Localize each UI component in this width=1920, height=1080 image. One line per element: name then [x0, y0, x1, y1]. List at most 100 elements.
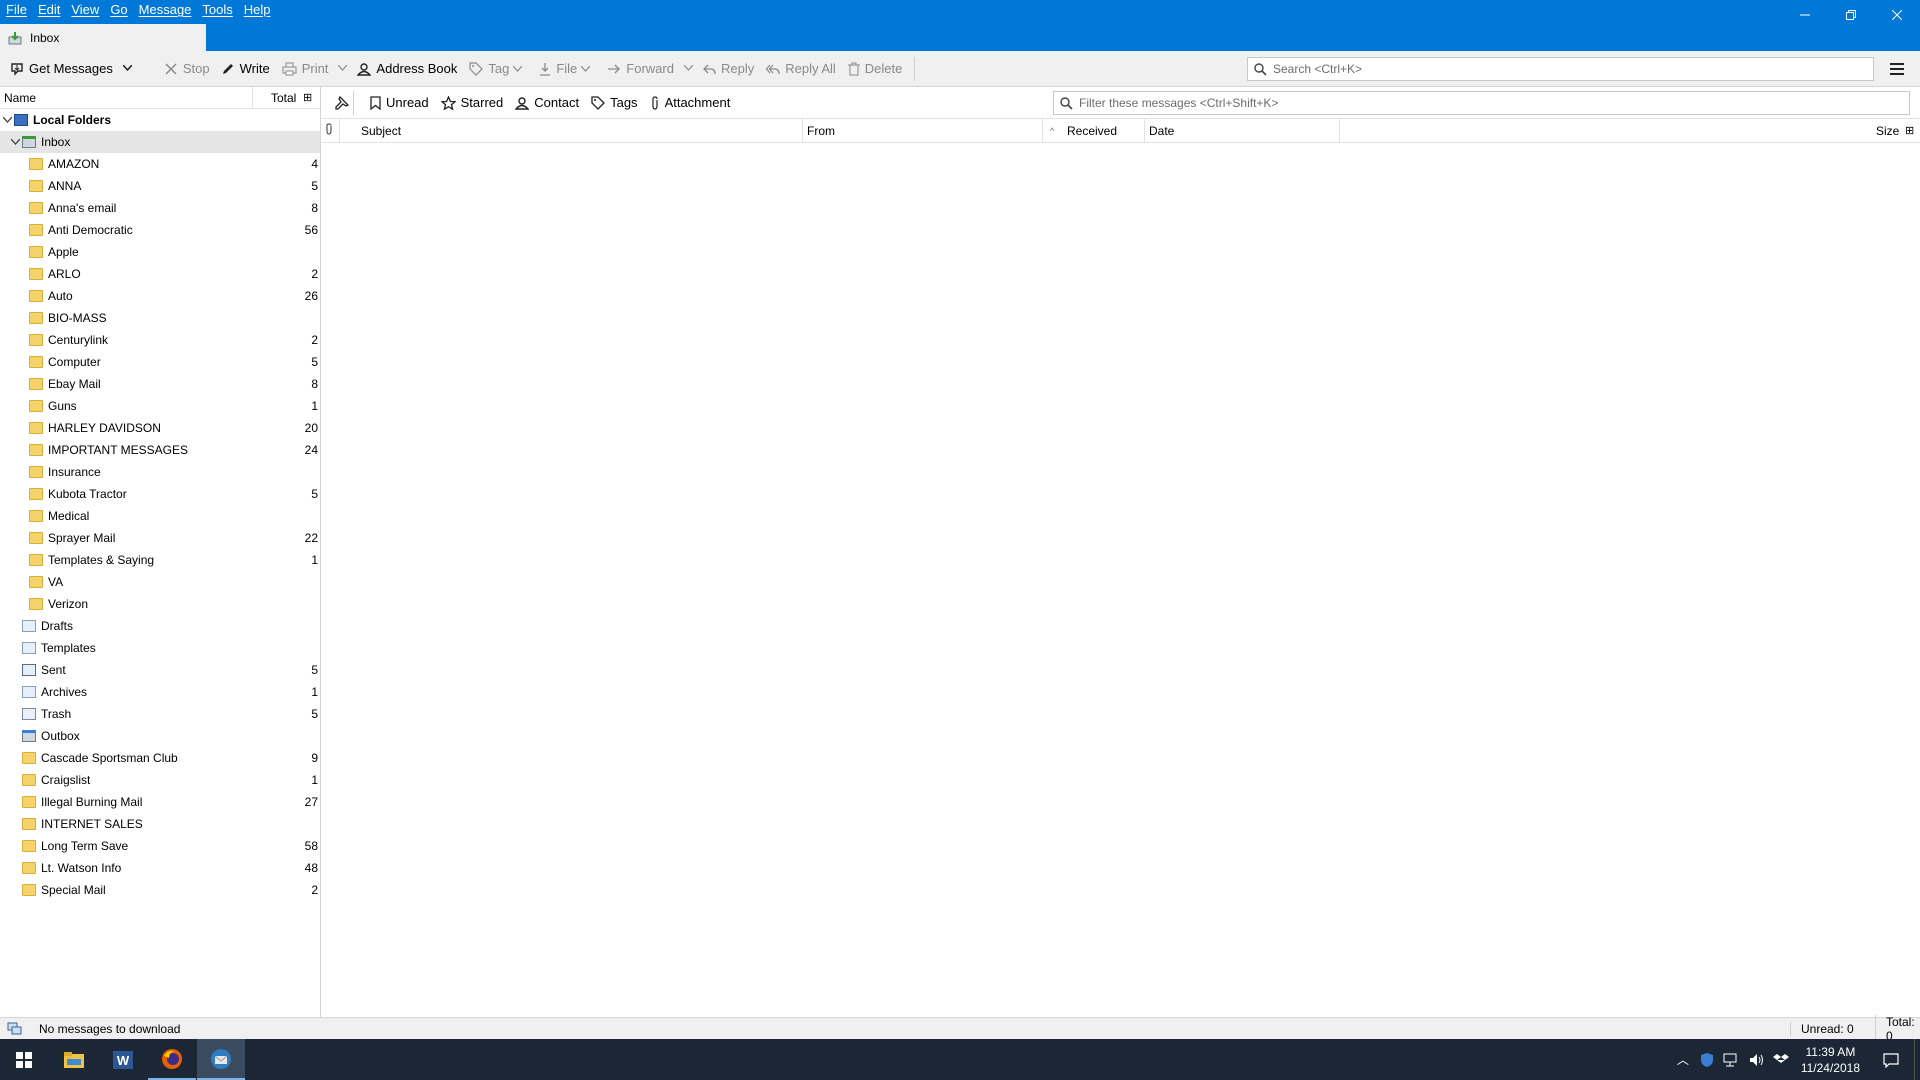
get-messages-button[interactable]: Get Messages: [4, 56, 119, 82]
folder-row[interactable]: Illegal Burning Mail 27: [0, 791, 320, 813]
forward-button[interactable]: Forward: [601, 56, 680, 82]
write-button[interactable]: Write: [216, 56, 276, 82]
folder-row[interactable]: Long Term Save 58: [0, 835, 320, 857]
folder-row[interactable]: Medical: [0, 505, 320, 527]
show-desktop-button[interactable]: [1914, 1039, 1920, 1080]
folder-row[interactable]: Inbox: [0, 131, 320, 153]
folder-row[interactable]: Verizon: [0, 593, 320, 615]
folder-row[interactable]: Anna's email 8: [0, 197, 320, 219]
folder-row[interactable]: Computer 5: [0, 351, 320, 373]
folder-row[interactable]: Outbox: [0, 725, 320, 747]
shield-icon[interactable]: [1699, 1052, 1715, 1068]
online-status-icon[interactable]: [7, 1022, 22, 1035]
menu-go[interactable]: Go: [110, 0, 127, 20]
folder-total-count: 5: [311, 487, 318, 501]
menu-help[interactable]: Help: [244, 0, 271, 20]
folder-row[interactable]: Sprayer Mail 22: [0, 527, 320, 549]
print-button[interactable]: Print: [276, 56, 335, 82]
folder-row[interactable]: Anti Democratic 56: [0, 219, 320, 241]
folder-row[interactable]: Local Folders: [0, 109, 320, 131]
action-center-button[interactable]: [1868, 1039, 1914, 1080]
filter-unread-button[interactable]: Unread: [364, 91, 435, 115]
print-dropdown[interactable]: [334, 63, 351, 74]
folder-row[interactable]: Auto 26: [0, 285, 320, 307]
column-subject[interactable]: Subject: [357, 119, 803, 143]
sticky-filter-button[interactable]: [330, 90, 354, 115]
menu-view[interactable]: View: [71, 0, 99, 20]
folder-row[interactable]: Kubota Tractor 5: [0, 483, 320, 505]
tag-button[interactable]: Tag: [463, 56, 533, 82]
tab-inbox[interactable]: Inbox: [0, 24, 206, 51]
clock[interactable]: 11:39 AM 11/24/2018: [1801, 1044, 1860, 1076]
volume-icon[interactable]: [1749, 1053, 1765, 1067]
folder-row[interactable]: Special Mail 2: [0, 879, 320, 901]
folder-row[interactable]: ARLO 2: [0, 263, 320, 285]
chevron-up-icon[interactable]: ︿: [1677, 1051, 1689, 1068]
taskbar-word[interactable]: W: [99, 1039, 147, 1080]
column-total[interactable]: Total: [253, 87, 303, 109]
column-name[interactable]: Name: [0, 86, 253, 109]
column-from[interactable]: From: [803, 119, 1043, 143]
column-size[interactable]: Size: [1872, 119, 1902, 143]
expand-twisty-icon[interactable]: [8, 137, 22, 147]
taskbar-firefox[interactable]: [148, 1039, 196, 1080]
folder-row[interactable]: ANNA 5: [0, 175, 320, 197]
folder-row[interactable]: Archives 1: [0, 681, 320, 703]
minimize-button[interactable]: [1782, 0, 1828, 30]
restore-button[interactable]: [1828, 0, 1874, 30]
menu-file[interactable]: File: [6, 0, 27, 20]
folder-row[interactable]: Apple: [0, 241, 320, 263]
delete-button[interactable]: Delete: [842, 56, 909, 82]
folder-row[interactable]: IMPORTANT MESSAGES 24: [0, 439, 320, 461]
folder-row[interactable]: Guns 1: [0, 395, 320, 417]
folder-row[interactable]: Ebay Mail 8: [0, 373, 320, 395]
address-book-button[interactable]: Address Book: [351, 56, 463, 82]
folder-row[interactable]: Cascade Sportsman Club 9: [0, 747, 320, 769]
app-menu-button[interactable]: [1888, 60, 1906, 78]
folder-row[interactable]: Centurylink 2: [0, 329, 320, 351]
menu-message[interactable]: Message: [139, 0, 192, 20]
computer-icon: [14, 114, 28, 126]
column-date[interactable]: Date: [1145, 119, 1340, 143]
file-button[interactable]: File: [533, 56, 601, 82]
folder-label: ANNA: [48, 179, 82, 193]
folder-row[interactable]: Insurance: [0, 461, 320, 483]
filter-tags-button[interactable]: Tags: [585, 91, 643, 115]
folder-row[interactable]: VA: [0, 571, 320, 593]
column-picker-icon[interactable]: ⊞: [1905, 119, 1914, 143]
folder-row[interactable]: Drafts: [0, 615, 320, 637]
folder-label: Auto: [48, 289, 73, 303]
folder-row[interactable]: BIO-MASS: [0, 307, 320, 329]
folder-row[interactable]: Templates: [0, 637, 320, 659]
expand-twisty-icon[interactable]: [0, 115, 14, 125]
close-window-button[interactable]: [1874, 0, 1920, 30]
folder-row[interactable]: Craigslist 1: [0, 769, 320, 791]
filter-contact-button[interactable]: Contact: [509, 91, 585, 115]
network-icon[interactable]: [1723, 1053, 1741, 1067]
global-search-input[interactable]: Search <Ctrl+K>: [1247, 57, 1874, 81]
forward-dropdown[interactable]: [680, 63, 697, 74]
folder-row[interactable]: HARLEY DAVIDSON 20: [0, 417, 320, 439]
attachment-column[interactable]: [322, 119, 340, 143]
filter-starred-button[interactable]: Starred: [435, 91, 510, 115]
column-picker-icon[interactable]: ⊞: [303, 91, 319, 104]
menu-edit[interactable]: Edit: [38, 0, 60, 20]
start-button[interactable]: [0, 1039, 48, 1080]
folder-row[interactable]: Lt. Watson Info 48: [0, 857, 320, 879]
filter-attachment-button[interactable]: Attachment: [644, 91, 737, 115]
folder-row[interactable]: Templates & Saying 1: [0, 549, 320, 571]
folder-row[interactable]: AMAZON 4: [0, 153, 320, 175]
reply-all-button[interactable]: Reply All: [760, 56, 842, 82]
taskbar-file-explorer[interactable]: [50, 1039, 98, 1080]
menu-tools[interactable]: Tools: [202, 0, 232, 20]
reply-button[interactable]: Reply: [697, 56, 760, 82]
taskbar-thunderbird[interactable]: [197, 1039, 245, 1080]
folder-row[interactable]: Trash 5: [0, 703, 320, 725]
stop-button[interactable]: Stop: [158, 56, 216, 82]
dropbox-icon[interactable]: [1772, 1053, 1789, 1067]
column-received[interactable]: Received: [1063, 119, 1145, 143]
get-messages-dropdown[interactable]: [119, 63, 136, 74]
folder-row[interactable]: Sent 5: [0, 659, 320, 681]
filter-messages-input[interactable]: Filter these messages <Ctrl+Shift+K>: [1053, 91, 1910, 115]
folder-row[interactable]: INTERNET SALES: [0, 813, 320, 835]
